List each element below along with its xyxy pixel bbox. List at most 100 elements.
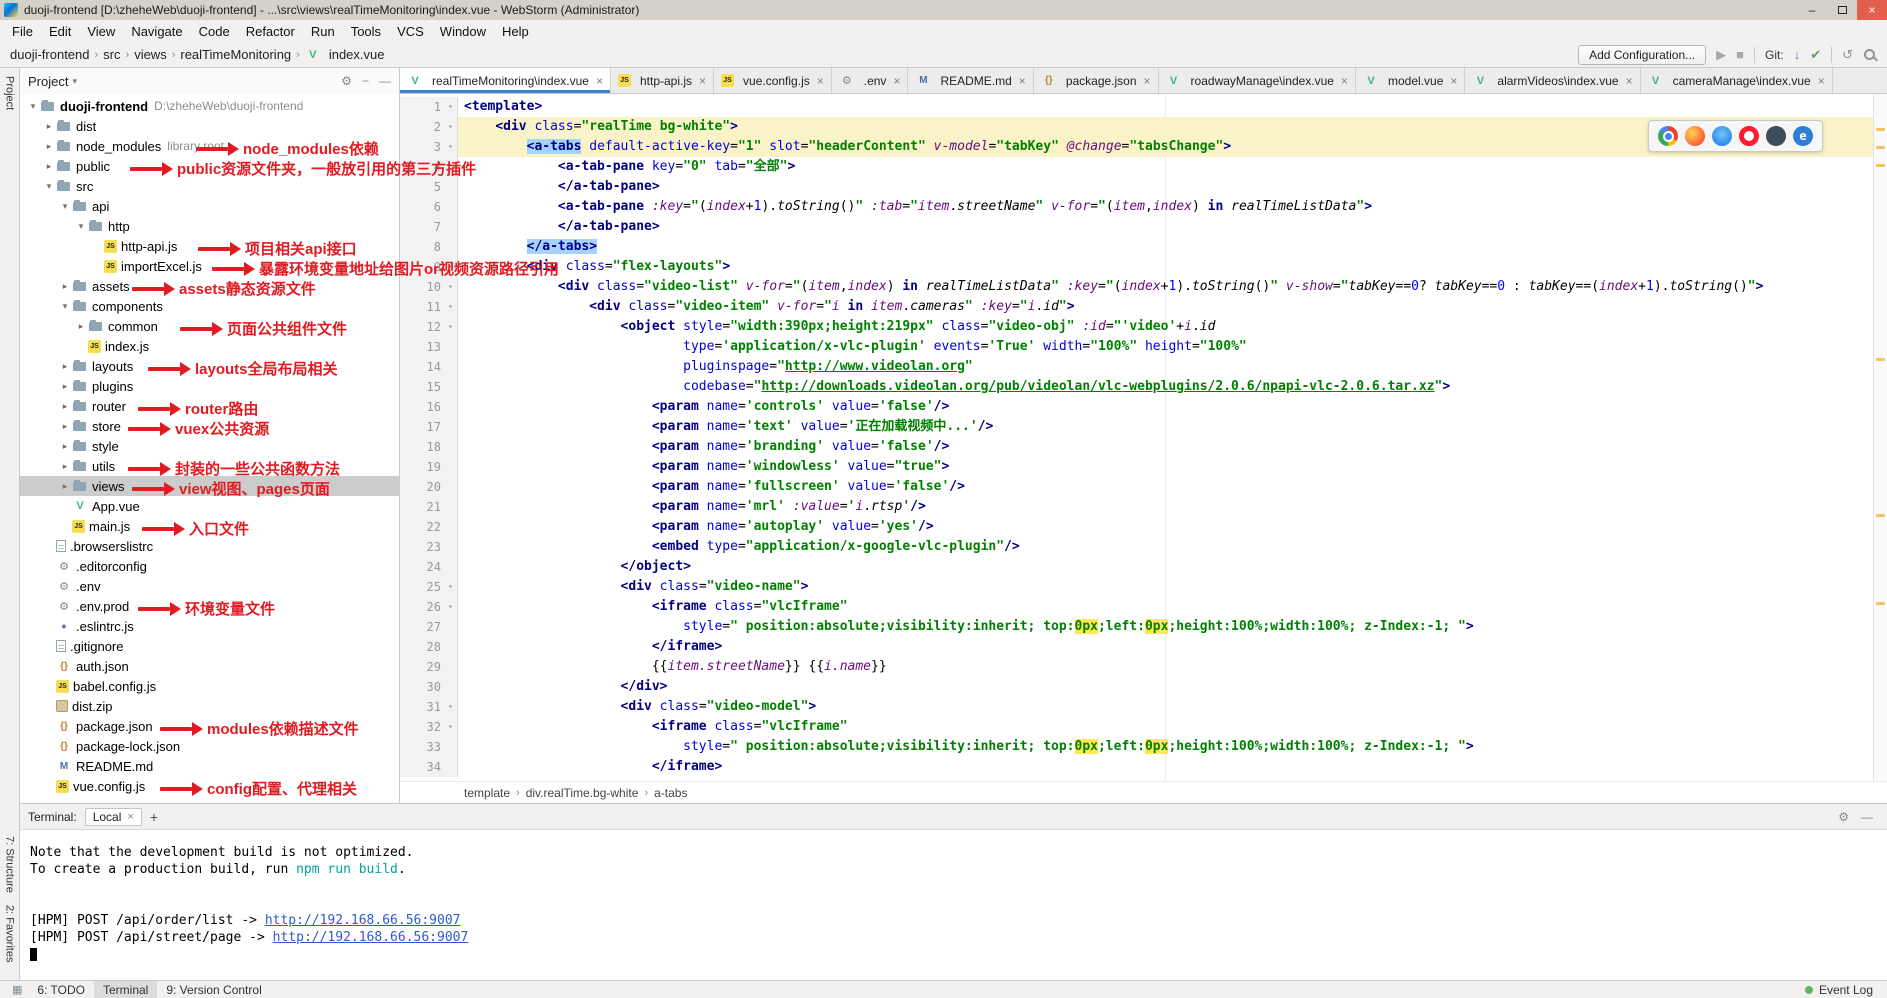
line-number[interactable]: 28 bbox=[427, 637, 444, 657]
tree-item[interactable]: ▸plugins bbox=[20, 376, 399, 396]
editor-tab[interactable]: Vmodel.vue× bbox=[1356, 68, 1465, 93]
line-number[interactable]: 30 bbox=[427, 677, 444, 697]
terminal-output[interactable]: Note that the development build is not o… bbox=[20, 830, 1887, 980]
editor-tab[interactable]: ⚙.env× bbox=[832, 68, 909, 93]
line-number[interactable]: 19 bbox=[427, 457, 444, 477]
ie-browser-icon[interactable]: e bbox=[1793, 126, 1813, 146]
close-icon[interactable]: × bbox=[893, 74, 900, 88]
line-number[interactable]: 29 bbox=[427, 657, 444, 677]
code-line[interactable]: 11▾ <div class="video-item" v-for="i in … bbox=[400, 297, 1887, 317]
code-line[interactable]: 8 </a-tabs> bbox=[400, 237, 1887, 257]
line-number[interactable]: 24 bbox=[427, 557, 444, 577]
terminal-tab-local[interactable]: Local × bbox=[85, 808, 142, 826]
tree-item[interactable]: ▾duoji-frontendD:\zheheWeb\duoji-fronten… bbox=[20, 96, 399, 116]
line-number[interactable]: 17 bbox=[427, 417, 444, 437]
tree-item[interactable]: {}package-lock.json bbox=[20, 736, 399, 756]
chevron-expanded-icon[interactable]: ▾ bbox=[58, 301, 72, 312]
line-number[interactable]: 10 bbox=[427, 277, 444, 297]
run-icon[interactable]: ▶ bbox=[1716, 47, 1726, 63]
close-button[interactable]: × bbox=[1857, 0, 1887, 20]
editor-breadcrumb-item[interactable]: template bbox=[464, 786, 510, 800]
close-icon[interactable]: × bbox=[1144, 74, 1151, 88]
chevron-collapsed-icon[interactable]: ▸ bbox=[58, 461, 72, 472]
menu-refactor[interactable]: Refactor bbox=[238, 20, 303, 42]
code-line[interactable]: 10▾ <div class="video-list" v-for="(item… bbox=[400, 277, 1887, 297]
tree-item[interactable]: ●.eslintrc.js bbox=[20, 616, 399, 636]
code-line[interactable]: 24 </object> bbox=[400, 557, 1887, 577]
line-number[interactable]: 12 bbox=[427, 317, 444, 337]
tree-item[interactable]: ▾api bbox=[20, 196, 399, 216]
editor-tab[interactable]: MREADME.md× bbox=[908, 68, 1033, 93]
chevron-collapsed-icon[interactable]: ▸ bbox=[58, 281, 72, 292]
tree-item[interactable]: ▸node_moduleslibrary root bbox=[20, 136, 399, 156]
code-line[interactable]: 32▾ <iframe class="vlcIframe" bbox=[400, 717, 1887, 737]
new-terminal-session-button[interactable]: + bbox=[150, 809, 158, 825]
menu-view[interactable]: View bbox=[79, 20, 123, 42]
editor-breadcrumb-item[interactable]: div.realTime.bg-white bbox=[526, 786, 639, 800]
close-icon[interactable]: × bbox=[699, 74, 706, 88]
code-line[interactable]: 14 pluginspage="http://www.videolan.org" bbox=[400, 357, 1887, 377]
chevron-collapsed-icon[interactable]: ▸ bbox=[58, 401, 72, 412]
breadcrumb-item[interactable]: Vindex.vue bbox=[305, 47, 385, 62]
tree-item[interactable]: ▾src bbox=[20, 176, 399, 196]
status-item-9-version-control[interactable]: 9: Version Control bbox=[157, 981, 270, 998]
line-number[interactable]: 13 bbox=[427, 337, 444, 357]
line-number[interactable]: 16 bbox=[427, 397, 444, 417]
tool-stripe-project[interactable]: Project bbox=[4, 70, 16, 116]
line-number[interactable]: 14 bbox=[427, 357, 444, 377]
menu-file[interactable]: File bbox=[4, 20, 41, 42]
chevron-expanded-icon[interactable]: ▾ bbox=[26, 101, 40, 112]
line-number[interactable]: 27 bbox=[427, 617, 444, 637]
menu-run[interactable]: Run bbox=[303, 20, 343, 42]
tree-item[interactable]: ⚙.env.prod bbox=[20, 596, 399, 616]
git-commit-icon[interactable]: ✔ bbox=[1810, 47, 1821, 63]
chevron-expanded-icon[interactable]: ▾ bbox=[58, 201, 72, 212]
code-line[interactable]: 18 <param name='branding' value='false'/… bbox=[400, 437, 1887, 457]
menu-vcs[interactable]: VCS bbox=[389, 20, 432, 42]
code-line[interactable]: 6 <a-tab-pane :key="(index+1).toString()… bbox=[400, 197, 1887, 217]
line-number[interactable]: 3 bbox=[434, 137, 444, 157]
tree-item[interactable]: JSbabel.config.js bbox=[20, 676, 399, 696]
chevron-collapsed-icon[interactable]: ▸ bbox=[74, 321, 88, 332]
line-number[interactable]: 8 bbox=[434, 237, 444, 257]
chevron-expanded-icon[interactable]: ▾ bbox=[74, 221, 88, 232]
chevron-collapsed-icon[interactable]: ▸ bbox=[42, 121, 56, 132]
close-icon[interactable]: × bbox=[127, 811, 133, 823]
chevron-collapsed-icon[interactable]: ▸ bbox=[58, 441, 72, 452]
close-icon[interactable]: × bbox=[1818, 74, 1825, 88]
line-number[interactable]: 20 bbox=[427, 477, 444, 497]
line-number[interactable]: 6 bbox=[434, 197, 444, 217]
chevron-down-icon[interactable]: ▾ bbox=[72, 76, 77, 87]
tree-item[interactable]: ▸layouts bbox=[20, 356, 399, 376]
editor-breadcrumb-item[interactable]: a-tabs bbox=[654, 786, 687, 800]
code-line[interactable]: 9▾ <div class="flex-layouts"> bbox=[400, 257, 1887, 277]
code-line[interactable]: 12▾ <object style="width:390px;height:21… bbox=[400, 317, 1887, 337]
code-line[interactable]: 29 {{item.streetName}} {{i.name}} bbox=[400, 657, 1887, 677]
close-icon[interactable]: × bbox=[1626, 74, 1633, 88]
code-line[interactable]: 19 <param name='windowless' value="true"… bbox=[400, 457, 1887, 477]
line-number[interactable]: 11 bbox=[427, 297, 444, 317]
tree-item[interactable]: ▸router bbox=[20, 396, 399, 416]
tree-item[interactable]: ▾http bbox=[20, 216, 399, 236]
line-number[interactable]: 32 bbox=[427, 717, 444, 737]
line-number[interactable]: 5 bbox=[434, 177, 444, 197]
tree-item[interactable]: {}auth.json bbox=[20, 656, 399, 676]
search-icon[interactable] bbox=[1863, 48, 1877, 62]
safari-browser-icon[interactable] bbox=[1712, 126, 1732, 146]
tree-item[interactable]: .browserslistrc bbox=[20, 536, 399, 556]
tree-item[interactable]: ⚙.env bbox=[20, 576, 399, 596]
editor-tab[interactable]: ValarmVideos\index.vue× bbox=[1465, 68, 1640, 93]
menu-edit[interactable]: Edit bbox=[41, 20, 79, 42]
tree-item[interactable]: JSvue.config.js bbox=[20, 776, 399, 796]
code-line[interactable]: 28 </iframe> bbox=[400, 637, 1887, 657]
breadcrumb-item[interactable]: realTimeMonitoring bbox=[180, 47, 291, 62]
tree-item[interactable]: JSimportExcel.js bbox=[20, 256, 399, 276]
code-line[interactable]: 1▾<template> bbox=[400, 97, 1887, 117]
line-number[interactable]: 33 bbox=[427, 737, 444, 757]
terminal-minimize-icon[interactable]: — bbox=[1861, 810, 1873, 824]
status-item-6-todo[interactable]: 6: TODO bbox=[28, 981, 94, 998]
chevron-collapsed-icon[interactable]: ▸ bbox=[42, 141, 56, 152]
settings-gear-icon[interactable]: ⚙ bbox=[341, 74, 352, 88]
code-line[interactable]: 21 <param name='mrl' :value='i.rtsp'/> bbox=[400, 497, 1887, 517]
code-line[interactable]: 27 style=" position:absolute;visibility:… bbox=[400, 617, 1887, 637]
